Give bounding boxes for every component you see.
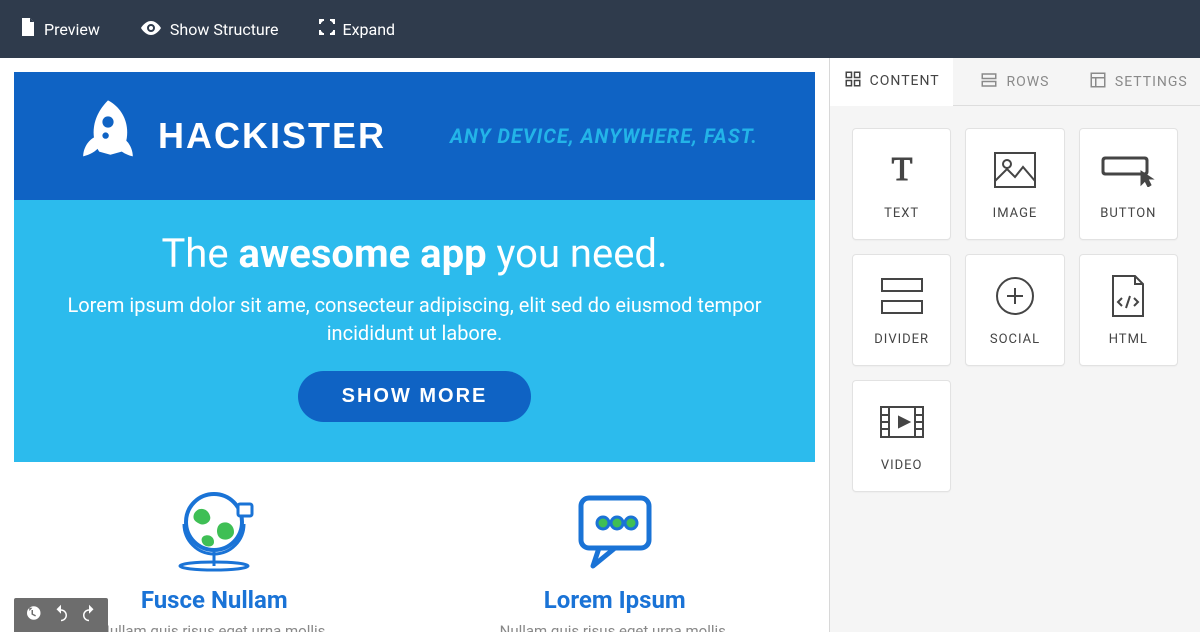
headline: The awesome app you need.	[54, 230, 775, 277]
image-icon	[993, 148, 1037, 192]
history-toolbar	[14, 598, 108, 632]
preview-label: Preview	[44, 20, 100, 39]
rocket-icon	[64, 94, 144, 178]
block-label: DIVIDER	[874, 332, 929, 347]
expand-label: Expand	[343, 20, 396, 39]
block-image[interactable]: IMAGE	[965, 128, 1064, 240]
canvas-wrap: HACKISTER ANY DEVICE, ANYWHERE, FAST. Th…	[0, 58, 829, 632]
cta-button[interactable]: SHOW MORE	[298, 371, 532, 422]
settings-icon	[1089, 71, 1107, 93]
topbar: Preview Show Structure Expand	[0, 0, 1200, 58]
block-label: HTML	[1109, 332, 1148, 347]
expand-icon	[319, 19, 335, 39]
brand-name: HACKISTER	[158, 115, 386, 157]
history-icon[interactable]	[24, 604, 42, 626]
undo-icon[interactable]	[52, 604, 70, 626]
hero-body: The awesome app you need. Lorem ipsum do…	[14, 200, 815, 462]
block-label: BUTTON	[1100, 206, 1156, 221]
social-icon	[995, 274, 1035, 318]
side-panel: CONTENT ROWS SETTINGS T TEXT	[829, 58, 1200, 632]
button-icon	[1101, 148, 1155, 192]
preview-button[interactable]: Preview	[20, 18, 100, 40]
feature-card: Lorem Ipsum Nullam quis risus eget urna …	[415, 462, 816, 632]
tagline: ANY DEVICE, ANYWHERE, FAST.	[450, 124, 758, 148]
block-text[interactable]: T TEXT	[852, 128, 951, 240]
tab-settings[interactable]: SETTINGS	[1077, 58, 1200, 106]
tab-label: SETTINGS	[1115, 74, 1188, 90]
tab-label: CONTENT	[870, 73, 940, 89]
feature-row: Fusce Nullam Nullam quis risus eget urna…	[14, 462, 815, 632]
block-divider[interactable]: DIVIDER	[852, 254, 951, 366]
block-html[interactable]: HTML	[1079, 254, 1178, 366]
brand: HACKISTER	[64, 94, 386, 178]
grid-icon	[844, 70, 862, 92]
feature-sub: Nullam quis risus eget urna mollis.	[435, 622, 796, 632]
feature-title: Lorem Ipsum	[435, 586, 796, 614]
email-canvas[interactable]: HACKISTER ANY DEVICE, ANYWHERE, FAST. Th…	[14, 72, 815, 632]
redo-icon[interactable]	[80, 604, 98, 626]
content-blocks: T TEXT IMAGE BUTTON DIVIDER	[830, 106, 1200, 514]
divider-icon	[880, 274, 924, 318]
panel-tabs: CONTENT ROWS SETTINGS	[830, 58, 1200, 106]
expand-button[interactable]: Expand	[319, 19, 396, 39]
headline-bold: awesome app	[238, 230, 486, 277]
tab-rows[interactable]: ROWS	[953, 58, 1076, 106]
hero-header: HACKISTER ANY DEVICE, ANYWHERE, FAST.	[14, 72, 815, 200]
block-social[interactable]: SOCIAL	[965, 254, 1064, 366]
block-button[interactable]: BUTTON	[1079, 128, 1178, 240]
text-icon: T	[882, 148, 922, 192]
block-label: SOCIAL	[990, 332, 1040, 347]
hero-paragraph: Lorem ipsum dolor sit ame, consecteur ad…	[54, 291, 775, 347]
globe-icon	[34, 480, 395, 580]
chat-icon	[435, 480, 796, 580]
rows-icon	[980, 71, 998, 93]
tab-content[interactable]: CONTENT	[830, 58, 953, 106]
block-label: TEXT	[884, 206, 919, 221]
eye-icon	[140, 20, 162, 39]
html-icon	[1109, 274, 1147, 318]
block-video[interactable]: VIDEO	[852, 380, 951, 492]
main-area: HACKISTER ANY DEVICE, ANYWHERE, FAST. Th…	[0, 58, 1200, 632]
tab-label: ROWS	[1006, 74, 1049, 90]
svg-text:T: T	[891, 151, 912, 188]
video-icon	[879, 400, 925, 444]
structure-label: Show Structure	[170, 20, 279, 39]
block-label: VIDEO	[881, 458, 923, 473]
block-label: IMAGE	[993, 206, 1038, 221]
page-icon	[20, 18, 36, 40]
headline-pre: The	[161, 230, 238, 277]
show-structure-button[interactable]: Show Structure	[140, 20, 279, 39]
headline-post: you need.	[487, 230, 668, 277]
